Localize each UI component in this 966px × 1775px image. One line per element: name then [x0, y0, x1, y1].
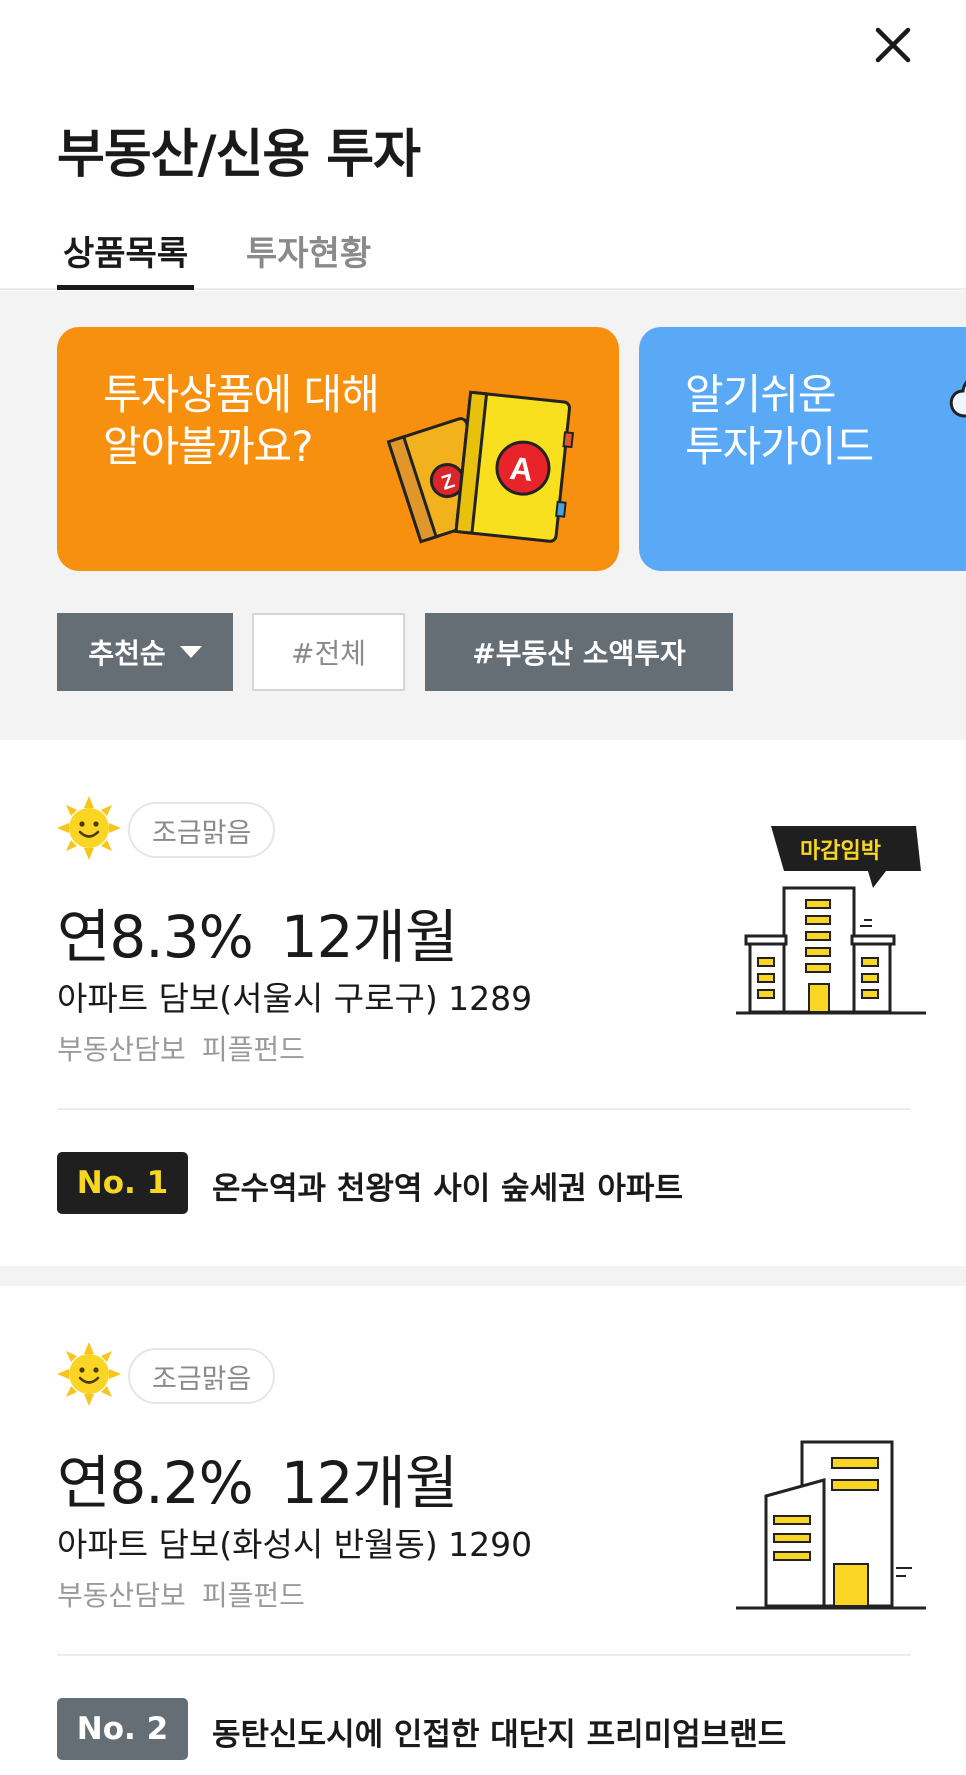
tag: 부동산담보 — [57, 1579, 186, 1612]
banner-line: 투자상품에 대해 — [103, 370, 380, 419]
product-highlight: 온수역과 천왕역 사이 숲세권 아파트 — [212, 1171, 683, 1207]
banner-line: 투자가이드 — [685, 422, 874, 471]
product-card[interactable]: 조금맑음 연8.2% 12개월 아파트 담보(화성시 반월동) 1290 부동산담… — [0, 1286, 966, 1775]
product-name: 아파트 담보(서울시 구로구) 1289 — [57, 979, 533, 1018]
sort-dropdown[interactable]: 추천순 — [57, 613, 233, 691]
weather-badge: 조금맑음 — [128, 802, 276, 858]
banner-investment-intro[interactable]: 투자상품에 대해 알아볼까요? Z A — [57, 327, 619, 571]
banner-line: 알아볼까요? — [103, 422, 313, 471]
filter-all-chip[interactable]: #전체 — [252, 613, 405, 691]
term-value: 12개월 — [280, 903, 459, 971]
product-card[interactable]: 조금맑음 연8.3% 12개월 아파트 담보(서울시 구로구) 1289 부동산담… — [0, 740, 966, 1266]
banner-text: 투자상품에 대해 알아볼까요? — [103, 369, 380, 473]
divider — [57, 1108, 911, 1110]
sun-icon — [57, 796, 121, 860]
product-name: 아파트 담보(화성시 반월동) 1290 — [57, 1525, 533, 1564]
banner-text: 알기쉬운 투자가이드 — [685, 369, 874, 473]
building-illustration — [736, 1440, 926, 1610]
building-closing-soon-illustration: 마감임박 — [736, 826, 926, 1015]
close-button[interactable] — [870, 22, 916, 68]
interest-rate: 연8.2% 12개월 — [57, 1436, 459, 1520]
tab-bar: 상품목록 투자현황 — [0, 222, 966, 290]
books-icon: Z A — [386, 390, 575, 544]
close-icon[interactable] — [870, 22, 916, 68]
rate-value: 연8.2% — [57, 1449, 254, 1517]
tab-product-list[interactable]: 상품목록 — [57, 226, 195, 290]
divider — [57, 1654, 911, 1656]
filter-real-estate-chip[interactable]: #부동산 소액투자 — [425, 613, 733, 691]
cloud-icon — [949, 380, 966, 418]
term-value: 12개월 — [280, 1449, 459, 1517]
banner-investment-guide[interactable]: 알기쉬운 투자가이드 — [639, 327, 966, 571]
closing-soon-label: 마감임박 — [800, 839, 881, 864]
caret-down-icon — [179, 646, 202, 658]
tag: 부동산담보 — [57, 1033, 186, 1066]
sort-label: 추천순 — [88, 637, 166, 670]
banner-line: 알기쉬운 — [685, 370, 837, 419]
page-title: 부동산/신용 투자 — [57, 125, 421, 185]
svg-text:A: A — [508, 450, 535, 488]
promo-filter-section: 투자상품에 대해 알아볼까요? Z A 알기쉬운 투자가이드 추천순 #전체 #… — [0, 291, 966, 740]
weather-badge: 조금맑음 — [128, 1348, 276, 1404]
interest-rate: 연8.3% 12개월 — [57, 890, 459, 974]
sun-icon — [57, 1342, 121, 1406]
product-tags: 부동산담보 피플펀드 — [57, 1574, 305, 1614]
tab-investment-status[interactable]: 투자현황 — [246, 226, 371, 290]
tag: 피플펀드 — [201, 1579, 305, 1612]
rank-badge: No. 1 — [57, 1152, 188, 1214]
rank-badge: No. 2 — [57, 1698, 188, 1760]
product-tags: 부동산담보 피플펀드 — [57, 1028, 305, 1068]
rate-value: 연8.3% — [57, 903, 254, 971]
product-highlight: 동탄신도시에 인접한 대단지 프리미엄브랜드 — [212, 1717, 787, 1753]
tag: 피플펀드 — [201, 1033, 305, 1066]
section-divider — [0, 1266, 966, 1286]
